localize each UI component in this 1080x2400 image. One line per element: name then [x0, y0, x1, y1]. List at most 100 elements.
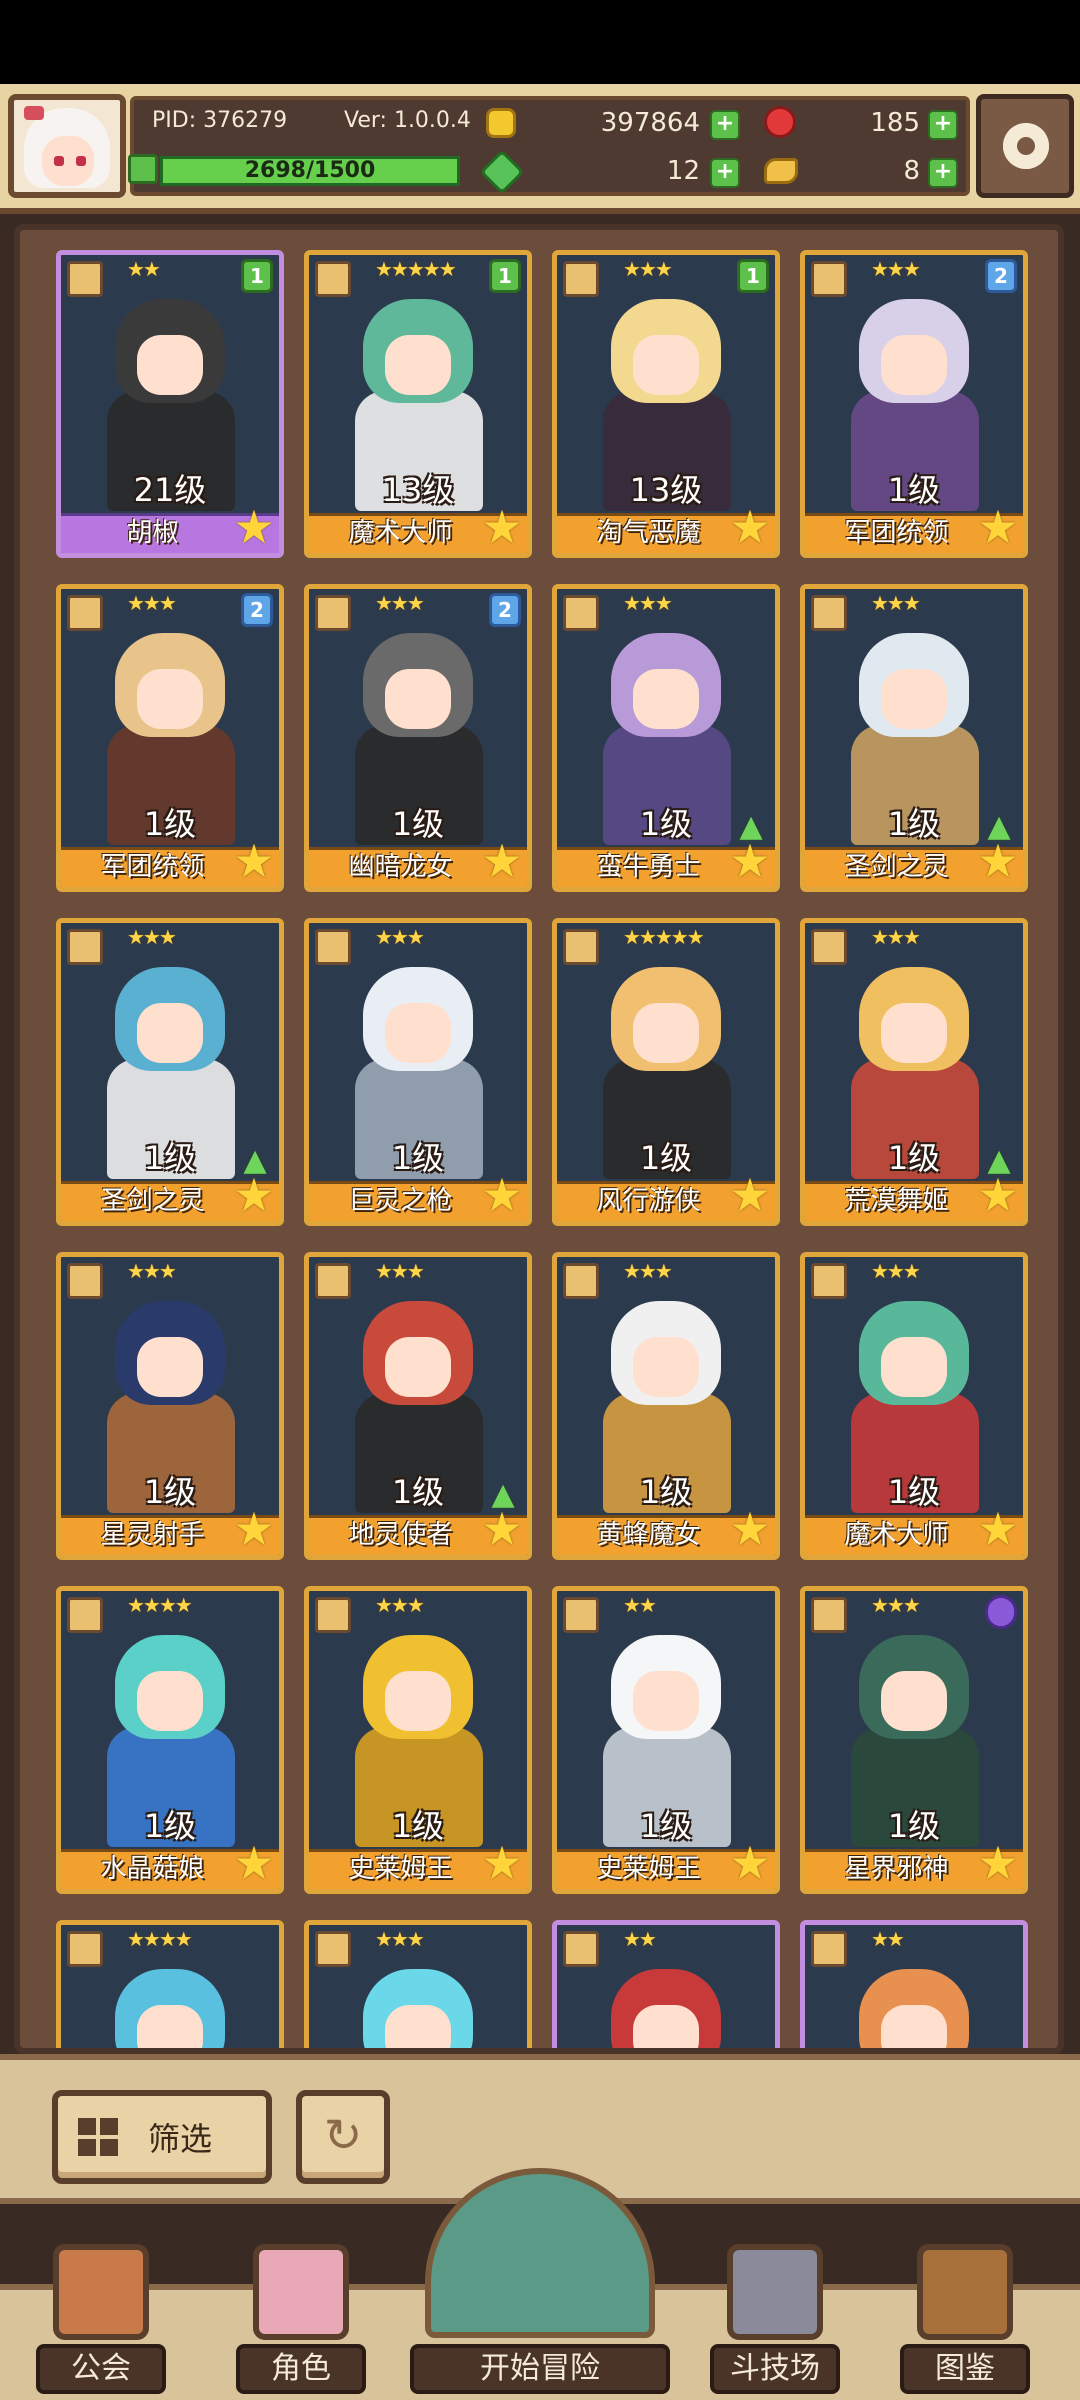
rarity-stars: ★★★★★ [375, 257, 457, 281]
add-gem-button[interactable]: + [928, 110, 958, 140]
character-card[interactable]: ★★ [800, 1920, 1028, 2048]
weapon-type-icon [67, 595, 103, 631]
player-id: PID: 376279 [152, 108, 288, 133]
character-card[interactable]: ★★★ 1级 巨灵之枪 ★ [304, 918, 532, 1226]
upgrade-arrow-icon: ▲ [739, 809, 763, 844]
character-card[interactable]: ★★★ 1级 星界邪神 ★ [800, 1586, 1028, 1894]
weapon-type-icon [67, 1931, 103, 1967]
character-card[interactable]: ★★ [552, 1920, 780, 2048]
star-icon: ★ [977, 1168, 1019, 1222]
crossed-swords-icon [727, 2244, 823, 2340]
horn-icon [764, 158, 798, 184]
weapon-type-icon [811, 261, 847, 297]
character-name: 魔术大师 [348, 518, 453, 548]
add-gold-button[interactable]: + [710, 110, 740, 140]
weapon-type-icon [811, 1263, 847, 1299]
weapon-type-icon [811, 1597, 847, 1633]
nav-arena[interactable]: 斗技场 [710, 2204, 840, 2400]
weapon-type-icon [563, 595, 599, 631]
character-card[interactable]: ★★★ 1级 圣剑之灵 ★ ▲ [800, 584, 1028, 892]
character-card[interactable]: ★★★ 1级 魔术大师 ★ [800, 1252, 1028, 1560]
rarity-stars: ★★★ [375, 1927, 425, 1951]
player-avatar[interactable] [8, 94, 126, 198]
magnifier-map-icon [425, 2168, 655, 2338]
star-icon: ★ [729, 1836, 771, 1890]
character-card[interactable]: ★★★ 1级 蛮牛勇士 ★ ▲ [552, 584, 780, 892]
character-name: 圣剑之灵 [844, 852, 949, 882]
star-icon: ★ [729, 1502, 771, 1556]
weapon-type-icon [315, 1263, 351, 1299]
star-icon: ★ [977, 1836, 1019, 1890]
rarity-stars: ★★★ [375, 591, 425, 615]
rank-badge: 1 [241, 259, 273, 293]
character-card[interactable]: ★★★ 1级 荒漠舞姬 ★ ▲ [800, 918, 1028, 1226]
app-root: PID: 376279 Ver: 1.0.0.4 397864 + 185 + … [0, 0, 1080, 2400]
nav-codex[interactable]: 图鉴 [900, 2204, 1030, 2400]
character-card[interactable]: ★★★ 1级 圣剑之灵 ★ ▲ [56, 918, 284, 1226]
rarity-stars: ★★★ [375, 925, 425, 949]
nav-guild[interactable]: 公会 [36, 2204, 166, 2400]
rank-badge [985, 1595, 1017, 1629]
bottom-navigation: 公会 角色 开始冒险 斗技场 图鉴 [0, 2168, 1080, 2400]
weapon-type-icon [315, 1597, 351, 1633]
rarity-stars: ★★ [871, 1927, 905, 1951]
character-name: 胡椒 [126, 518, 179, 548]
red-gem-icon [764, 106, 796, 138]
rarity-stars: ★★ [623, 1593, 657, 1617]
refresh-icon: ↻ [323, 2108, 363, 2162]
character-card[interactable]: ★★ 1级 史莱姆王 ★ [552, 1586, 780, 1894]
character-card[interactable]: ★★★★ [56, 1920, 284, 2048]
star-icon: ★ [233, 1168, 275, 1222]
character-name: 幽暗龙女 [348, 852, 453, 882]
character-card[interactable]: ★★★★ 1级 水晶菇娘 ★ [56, 1586, 284, 1894]
star-icon: ★ [233, 1502, 275, 1556]
clover-icon [479, 149, 525, 195]
rarity-stars: ★★★ [375, 1259, 425, 1283]
grid-icon [78, 2118, 118, 2156]
nav-character-label: 角色 [236, 2344, 366, 2394]
character-card[interactable]: ★★★ 2 1级 军团统领 ★ [56, 584, 284, 892]
rank-badge: 2 [985, 259, 1017, 293]
character-card[interactable]: ★★★ [304, 1920, 532, 2048]
character-name: 地灵使者 [348, 1520, 453, 1550]
rarity-stars: ★★★ [127, 591, 177, 615]
character-card[interactable]: ★★★★★ 1级 风行游侠 ★ [552, 918, 780, 1226]
guild-house-icon [53, 2244, 149, 2340]
star-icon: ★ [977, 834, 1019, 888]
character-card[interactable]: ★★★ 2 1级 幽暗龙女 ★ [304, 584, 532, 892]
character-card[interactable]: ★★★★★ 1 13级 魔术大师 ★ [304, 250, 532, 558]
horn-value: 8 [903, 156, 920, 186]
character-card[interactable]: ★★★ 1级 黄蜂魔女 ★ [552, 1252, 780, 1560]
reset-sort-button[interactable]: ↻ [296, 2090, 390, 2184]
system-status-bar [0, 0, 1080, 84]
star-icon: ★ [233, 1836, 275, 1890]
character-card[interactable]: ★★★ 1级 星灵射手 ★ [56, 1252, 284, 1560]
character-name: 巨灵之枪 [348, 1186, 453, 1216]
add-clover-button[interactable]: + [710, 158, 740, 188]
rarity-stars: ★★★★ [127, 1927, 193, 1951]
rarity-stars: ★★★ [375, 1593, 425, 1617]
weapon-type-icon [67, 1263, 103, 1299]
character-list-panel[interactable]: ★★ 1 21级 胡椒 ★ ★★★★★ 1 13级 魔术大师 ★ ★★★ 1 13级 淘气恶魔 ★ ★★★ 2 1… [14, 224, 1064, 2054]
rarity-stars: ★★★★ [127, 1593, 193, 1617]
character-name: 史莱姆王 [348, 1854, 453, 1884]
character-name: 军团统领 [100, 852, 205, 882]
upgrade-arrow-icon: ▲ [987, 809, 1011, 844]
weapon-type-icon [811, 595, 847, 631]
weapon-type-icon [315, 929, 351, 965]
character-card[interactable]: ★★★ 2 1级 军团统领 ★ [800, 250, 1028, 558]
settings-button[interactable] [976, 94, 1074, 198]
star-icon: ★ [481, 834, 523, 888]
character-card[interactable]: ★★★ 1级 史莱姆王 ★ [304, 1586, 532, 1894]
character-card[interactable]: ★★★ 1级 地灵使者 ★ ▲ [304, 1252, 532, 1560]
star-icon: ★ [233, 500, 275, 554]
nav-character[interactable]: 角色 [236, 2204, 366, 2400]
add-horn-button[interactable]: + [928, 158, 958, 188]
star-icon: ★ [729, 834, 771, 888]
rarity-stars: ★★★ [871, 1259, 921, 1283]
horn-counter: 8 [804, 152, 920, 190]
nav-adventure[interactable]: 开始冒险 [410, 2168, 670, 2400]
character-card[interactable]: ★★ 1 21级 胡椒 ★ [56, 250, 284, 558]
character-card[interactable]: ★★★ 1 13级 淘气恶魔 ★ [552, 250, 780, 558]
filter-button[interactable]: 筛选 [52, 2090, 272, 2184]
